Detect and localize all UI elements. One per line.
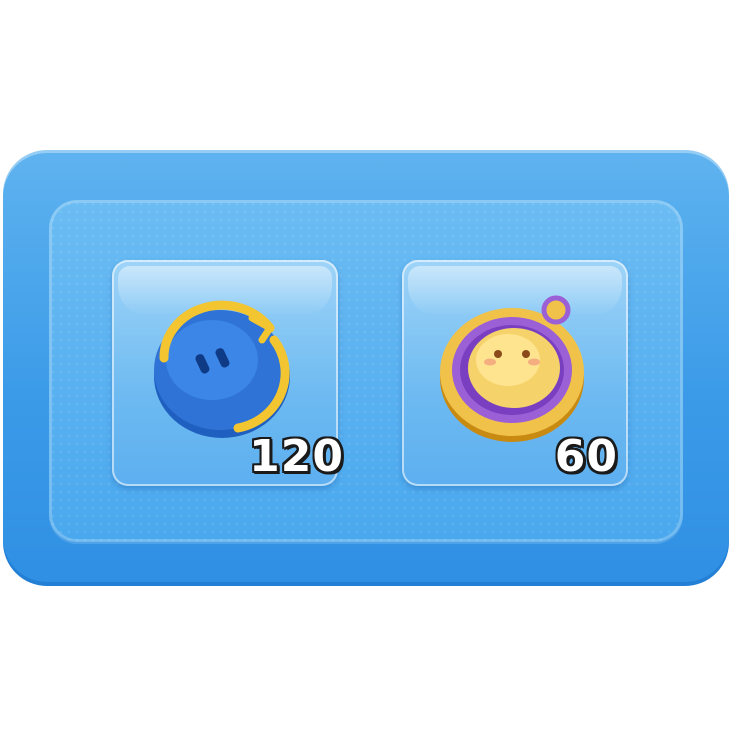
item-count: 60 [554, 431, 618, 482]
blue-primogem-coin-icon [154, 300, 290, 438]
gold-purple-coin-icon [440, 295, 584, 442]
reward-panel: 120 60 [3, 150, 729, 586]
reward-slot-1[interactable]: 120 [112, 260, 343, 486]
reward-slot-2[interactable]: 60 [402, 260, 628, 486]
reward-panel-inner: 120 60 [49, 200, 683, 542]
item-count: 120 [249, 431, 344, 482]
